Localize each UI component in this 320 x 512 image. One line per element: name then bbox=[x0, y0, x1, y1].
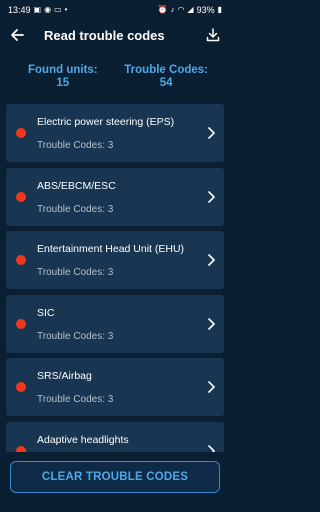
unit-name: Electric power steering (EPS) bbox=[37, 116, 175, 128]
battery-icon: ▮ bbox=[217, 5, 222, 14]
page-title: Read trouble codes bbox=[44, 27, 165, 43]
unit-trouble-codes: Trouble Codes: 3 bbox=[37, 140, 114, 151]
found-units-value: 15 bbox=[56, 77, 70, 89]
error-status-dot bbox=[16, 318, 26, 329]
chevron-right-icon bbox=[208, 317, 215, 330]
error-status-dot bbox=[16, 382, 26, 392]
unit-item-eps[interactable]: Electric power steering (EPS) Trouble Co… bbox=[6, 104, 224, 162]
chevron-right-icon bbox=[208, 381, 215, 393]
unit-trouble-codes: Trouble Codes: 3 bbox=[37, 394, 114, 405]
status-bar: 13:49 ▣ ◉ ▭ • ⏰ ♪ ◠ ◢ 93% ▮ bbox=[0, 0, 230, 20]
trouble-codes-label: Trouble Codes: bbox=[124, 64, 208, 76]
unit-item-abs[interactable]: ABS/EBCM/ESC Trouble Codes: 3 bbox=[6, 167, 224, 226]
error-status-dot bbox=[16, 255, 26, 265]
chevron-right-icon bbox=[208, 190, 215, 203]
unit-trouble-codes: Trouble Codes: 3 bbox=[37, 330, 114, 342]
found-units-label: Found units: bbox=[28, 64, 98, 76]
unit-name: Entertainment Head Unit (EHU) bbox=[37, 243, 185, 255]
chevron-right-icon bbox=[208, 254, 215, 266]
unit-item-srs[interactable]: SRS/Airbag Trouble Codes: 3 bbox=[6, 358, 224, 416]
error-status-dot bbox=[16, 128, 26, 138]
unit-item-ehu[interactable]: Entertainment Head Unit (EHU) Trouble Co… bbox=[6, 231, 224, 289]
summary-panel: Found units: 15 Trouble Codes: 54 bbox=[0, 50, 230, 108]
wifi-icon: ◠ bbox=[177, 5, 185, 14]
unit-name: SIC bbox=[37, 306, 55, 319]
trouble-codes-summary: Trouble Codes: 54 bbox=[124, 64, 208, 108]
unit-trouble-codes: Trouble Codes: 3 bbox=[37, 267, 114, 278]
whatsapp-icon: ◉ bbox=[44, 5, 52, 14]
clear-trouble-codes-button[interactable]: CLEAR TROUBLE CODES bbox=[10, 461, 220, 493]
unit-trouble-codes: Trouble Codes: 3 bbox=[37, 203, 114, 215]
download-icon[interactable] bbox=[204, 26, 222, 44]
image-icon: ▭ bbox=[54, 5, 62, 14]
back-arrow-icon[interactable] bbox=[8, 26, 26, 44]
gallery-icon: ▣ bbox=[33, 5, 42, 14]
mute-icon: ♪ bbox=[170, 5, 175, 14]
unit-item-sic[interactable]: SIC Trouble Codes: 3 bbox=[6, 294, 224, 353]
bottom-action-bar: CLEAR TROUBLE CODES bbox=[0, 452, 230, 512]
chevron-right-icon bbox=[208, 127, 215, 139]
error-status-dot bbox=[16, 191, 26, 202]
trouble-codes-value: 54 bbox=[159, 77, 173, 89]
unit-name: Adaptive headlights bbox=[37, 433, 129, 446]
alarm-icon: ⏰ bbox=[157, 5, 168, 14]
app-bar: Read trouble codes bbox=[0, 20, 230, 50]
found-units-summary: Found units: 15 bbox=[28, 64, 98, 108]
unit-name: ABS/EBCM/ESC bbox=[37, 179, 116, 192]
dot-icon: • bbox=[64, 5, 68, 14]
status-time: 13:49 bbox=[8, 5, 31, 15]
battery-percent: 93% bbox=[196, 5, 215, 15]
signal-icon: ◢ bbox=[187, 5, 194, 14]
unit-name: SRS/Airbag bbox=[37, 370, 92, 382]
